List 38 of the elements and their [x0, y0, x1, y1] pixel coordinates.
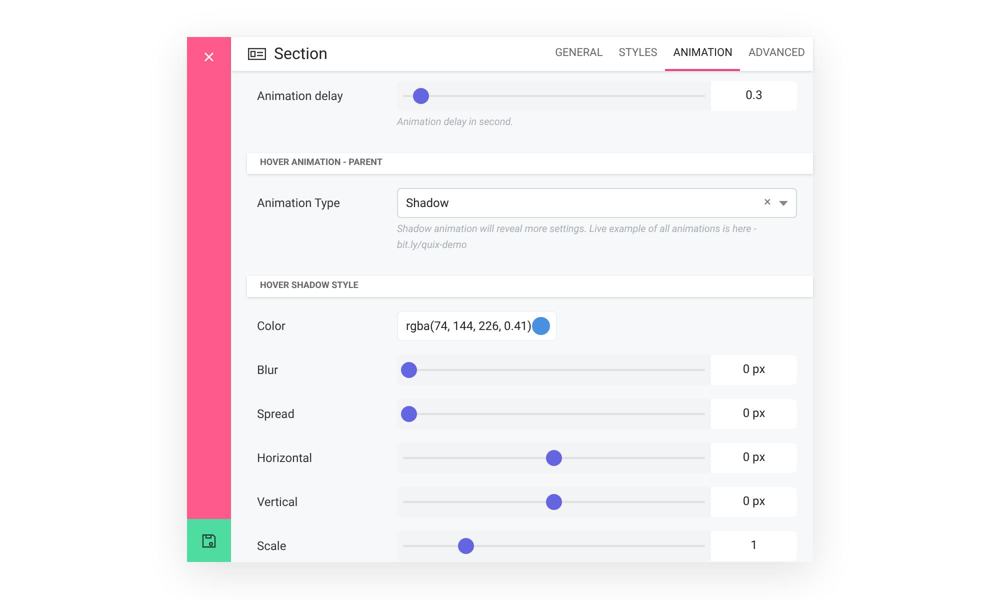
panel-title: Section — [274, 43, 328, 65]
tab[interactable]: ANIMATION — [665, 37, 740, 71]
color-field[interactable]: rgba(74, 144, 226, 0.41) — [397, 311, 557, 341]
number-field[interactable]: 0 px — [711, 443, 797, 473]
field-hint: Shadow animation will reveal more settings. Live example of all animations is here - bit.ly/quix-demo — [397, 223, 758, 253]
number-field[interactable]: 1 — [711, 531, 797, 561]
slider-thumb[interactable] — [546, 494, 562, 510]
slider-thumb[interactable] — [458, 538, 474, 554]
field-label: Vertical — [257, 494, 299, 511]
field-label: Horizontal — [257, 450, 314, 467]
number-field[interactable]: 0 px — [711, 399, 797, 429]
color-swatch[interactable] — [532, 317, 550, 335]
tab[interactable]: GENERAL — [547, 37, 611, 71]
field-label: Scale — [257, 538, 288, 555]
field-hint: Animation delay in second. — [397, 116, 514, 130]
field-label: Spread — [257, 406, 296, 423]
number-field[interactable]: 0 px — [711, 487, 797, 517]
field-label: Blur — [257, 362, 280, 379]
field-label: Color — [257, 318, 286, 335]
number-field[interactable]: 0 px — [711, 355, 797, 385]
tab[interactable]: ADVANCED — [740, 37, 813, 71]
caret-icon — [779, 200, 788, 206]
slider-thumb[interactable] — [401, 362, 418, 378]
save-button[interactable] — [187, 519, 231, 562]
select-field[interactable]: Shadow × — [397, 188, 797, 218]
section-heading: HOVER ANIMATION - PARENT — [247, 153, 813, 174]
section-icon — [248, 48, 266, 60]
slider-thumb[interactable] — [401, 406, 418, 422]
section-heading: HOVER SHADOW STYLE — [247, 276, 813, 297]
field-label: Animation delay — [257, 88, 344, 105]
close-icon — [204, 52, 214, 62]
save-icon — [202, 534, 216, 548]
field-label: Animation Type — [257, 195, 341, 212]
slider-thumb[interactable] — [546, 450, 562, 466]
clear-button[interactable]: × — [764, 193, 771, 213]
slider-thumb[interactable] — [413, 88, 430, 104]
tab[interactable]: STYLES — [610, 37, 666, 71]
number-field[interactable]: 0.3 — [711, 81, 797, 111]
